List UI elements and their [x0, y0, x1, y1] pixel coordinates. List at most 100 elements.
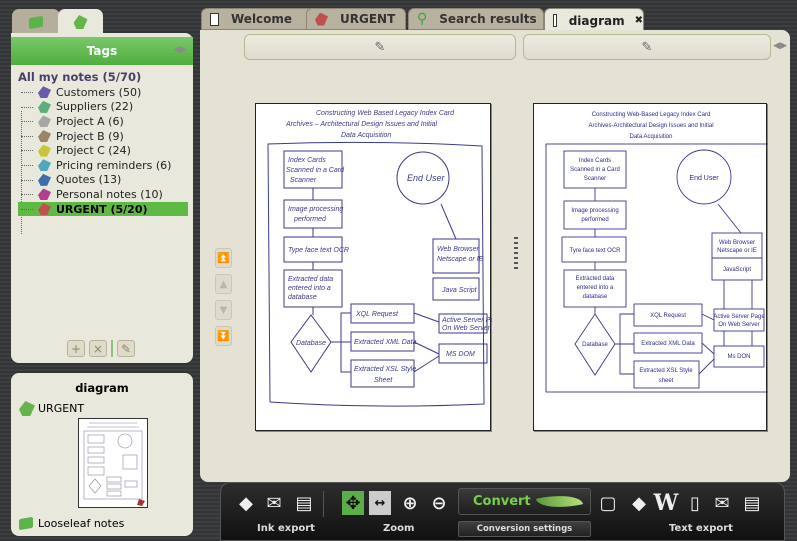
email-text-icon[interactable]: ✉ — [711, 491, 733, 515]
tag-icon — [38, 159, 51, 172]
svg-text:Scanner: Scanner — [584, 176, 606, 182]
fit-width-icon[interactable]: ↔ — [369, 491, 391, 515]
first-page-button[interactable]: ⏫ — [215, 248, 232, 268]
pen-icon: ✎ — [374, 39, 386, 55]
svg-text:Archives – Architectural Desig: Archives – Architectural Design Issues a… — [285, 121, 438, 128]
tag-item[interactable]: URGENT (5/20) — [18, 201, 188, 217]
tag-item[interactable]: Customers (50) — [18, 85, 193, 100]
tab-notebooks[interactable] — [12, 9, 60, 35]
note-notebook[interactable]: Looseleaf notes — [19, 516, 124, 531]
tag-label: Personal notes (10) — [56, 187, 163, 201]
svg-text:Index Cards: Index Cards — [579, 158, 611, 164]
notepad-export-icon[interactable]: ▯ — [684, 491, 706, 515]
email-ink-icon[interactable]: ✉ — [263, 491, 285, 515]
note-tag[interactable]: URGENT — [19, 401, 193, 416]
tab-diagram[interactable]: diagram ✖ — [544, 8, 644, 32]
add-tag-button[interactable]: + — [67, 340, 85, 357]
typed-title-1: Constructing Web-Based Legacy Index Card — [592, 112, 711, 118]
tag-item[interactable]: Project A (6) — [18, 114, 193, 129]
svg-text:Image processing: Image processing — [571, 208, 618, 214]
last-page-button[interactable]: ⏬ — [215, 326, 232, 346]
svg-text:XQL Request: XQL Request — [355, 311, 399, 318]
pen-bar-left[interactable]: ✎ — [244, 34, 516, 60]
tag-label: Pricing reminders (6) — [56, 158, 172, 172]
svg-text:Scanned in a Card: Scanned in a Card — [286, 167, 345, 174]
tag-item[interactable]: Pricing reminders (6) — [18, 158, 193, 173]
frame-icon[interactable]: ▢ — [597, 491, 619, 515]
zoom-in-icon[interactable]: ⊕ — [399, 491, 421, 515]
tag-icon — [38, 173, 51, 186]
svg-text:Type face text OCR: Type face text OCR — [288, 247, 349, 254]
svg-text:Active Server Page: Active Server Page — [713, 314, 765, 320]
typed-diagram: Constructing Web-Based Legacy Index Card… — [545, 112, 771, 393]
leaf-icon — [535, 489, 584, 514]
svg-text:On Web Server: On Web Server — [718, 322, 759, 328]
tag-label: Quotes (13) — [56, 173, 122, 187]
zoom-label: Zoom — [383, 523, 415, 534]
note-detail-panel: diagram URGENT Looseleaf notes — [11, 373, 193, 536]
note-thumbnail[interactable] — [78, 418, 148, 508]
collapse-arrows-icon[interactable]: ◀▶ — [773, 41, 787, 51]
svg-text:Java Script: Java Script — [441, 287, 478, 294]
zoom-out-icon[interactable]: ⊖ — [428, 491, 450, 515]
tags-panel: Tags ◀▶ All my notes (5/70) Customers (5… — [11, 33, 193, 363]
print-ink-icon[interactable]: ▤ — [293, 491, 315, 515]
notebook-icon — [19, 516, 33, 531]
text-page[interactable]: Constructing Web-Based Legacy Index Card… — [533, 103, 771, 431]
svg-text:performed: performed — [581, 217, 608, 223]
svg-text:performed: performed — [293, 216, 327, 223]
tag-item[interactable]: Personal notes (10) — [18, 187, 193, 202]
svg-text:Scanned in a Card: Scanned in a Card — [570, 167, 620, 173]
svg-text:Active Server Page: Active Server Page — [441, 317, 492, 324]
tag-item[interactable]: Suppliers (22) — [18, 100, 193, 115]
svg-text:Web Browser: Web Browser — [719, 240, 755, 246]
svg-text:Image processing: Image processing — [288, 206, 343, 213]
tag-label: Project A (6) — [56, 114, 124, 128]
splitter-handle[interactable] — [514, 237, 518, 269]
edit-tag-button[interactable]: ✎ — [117, 340, 135, 357]
tag-label: Project B (9) — [56, 129, 124, 143]
pen-bar-right[interactable]: ✎ — [523, 34, 771, 60]
prev-page-button[interactable]: ▲ — [215, 274, 232, 294]
print-text-icon[interactable]: ▤ — [741, 491, 763, 515]
shapes-text-export-icon[interactable]: ◆ — [628, 491, 650, 515]
tab-search-results[interactable]: ⚲ Search results — [408, 8, 544, 30]
collapse-arrows-icon[interactable]: ◀▶ — [173, 45, 187, 55]
ink-page[interactable]: Constructing Web Based Legacy Index Card… — [255, 103, 502, 431]
word-export-icon[interactable]: W — [654, 490, 679, 516]
svg-text:On Web Server: On Web Server — [442, 325, 491, 332]
tag-icon — [38, 144, 51, 157]
typed-title-2: Archives-Architectural Design Issues and… — [588, 123, 713, 129]
tag-item[interactable]: Project C (24) — [18, 143, 193, 158]
tag-item[interactable]: Project B (9) — [18, 129, 193, 144]
svg-text:Constructing Web Based Legacy: Constructing Web Based Legacy Index Card — [316, 110, 455, 117]
thumbnail-sketch — [83, 422, 145, 506]
shapes-export-icon[interactable]: ◆ — [235, 491, 257, 515]
typed-title-3: Data Acquisition — [629, 134, 672, 140]
svg-text:Sheet: Sheet — [374, 377, 393, 384]
svg-text:Extracted XSL Style: Extracted XSL Style — [639, 368, 693, 374]
tags-title: Tags — [86, 44, 118, 58]
tree-root-all-notes[interactable]: All my notes (5/70) — [18, 70, 193, 84]
svg-text:sheet: sheet — [659, 378, 674, 384]
svg-text:Data Acquisition: Data Acquisition — [341, 132, 391, 139]
delete-tag-button[interactable]: × — [89, 340, 107, 357]
svg-text:database: database — [583, 294, 608, 300]
bottom-toolbar: ◆ ✉ ▤ Ink export ✥ ↔ ⊕ ⊖ Zoom Convert Co… — [220, 482, 785, 541]
tags-icon — [73, 15, 88, 29]
tag-item[interactable]: Quotes (13) — [18, 173, 193, 188]
tab-tags[interactable] — [58, 9, 103, 35]
convert-button[interactable]: Convert — [458, 488, 591, 515]
tag-icon — [38, 86, 51, 99]
svg-text:Extracted XML Data: Extracted XML Data — [354, 339, 417, 346]
conversion-settings-button[interactable]: Conversion settings — [458, 521, 591, 537]
svg-text:Scanner: Scanner — [290, 177, 317, 184]
next-page-button[interactable]: ▼ — [215, 300, 232, 320]
svg-text:Extracted data: Extracted data — [288, 276, 333, 283]
fit-page-icon[interactable]: ✥ — [342, 491, 364, 515]
tab-urgent[interactable]: URGENT — [306, 8, 406, 30]
close-icon[interactable]: ✖ — [635, 15, 643, 26]
ink-export-label: Ink export — [257, 523, 315, 534]
svg-text:Tyre face text OCR: Tyre face text OCR — [569, 248, 621, 254]
svg-text:Netscape or IE: Netscape or IE — [717, 248, 757, 254]
